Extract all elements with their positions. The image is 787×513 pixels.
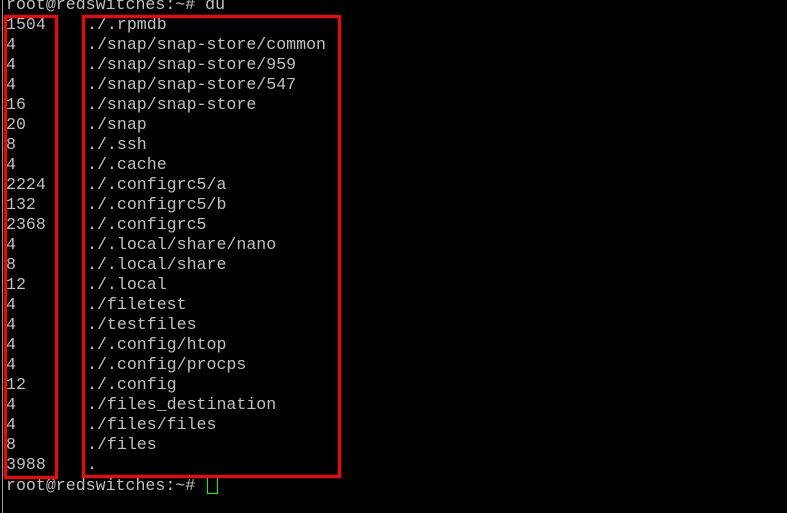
window-edge bbox=[2, 0, 3, 513]
command: du bbox=[205, 0, 226, 14]
prompt: root@redswitches:~# bbox=[6, 0, 196, 14]
command-line: root@redswitches:~# du bbox=[6, 0, 225, 15]
size-column-highlight bbox=[4, 15, 58, 479]
path-column-highlight bbox=[82, 15, 341, 478]
